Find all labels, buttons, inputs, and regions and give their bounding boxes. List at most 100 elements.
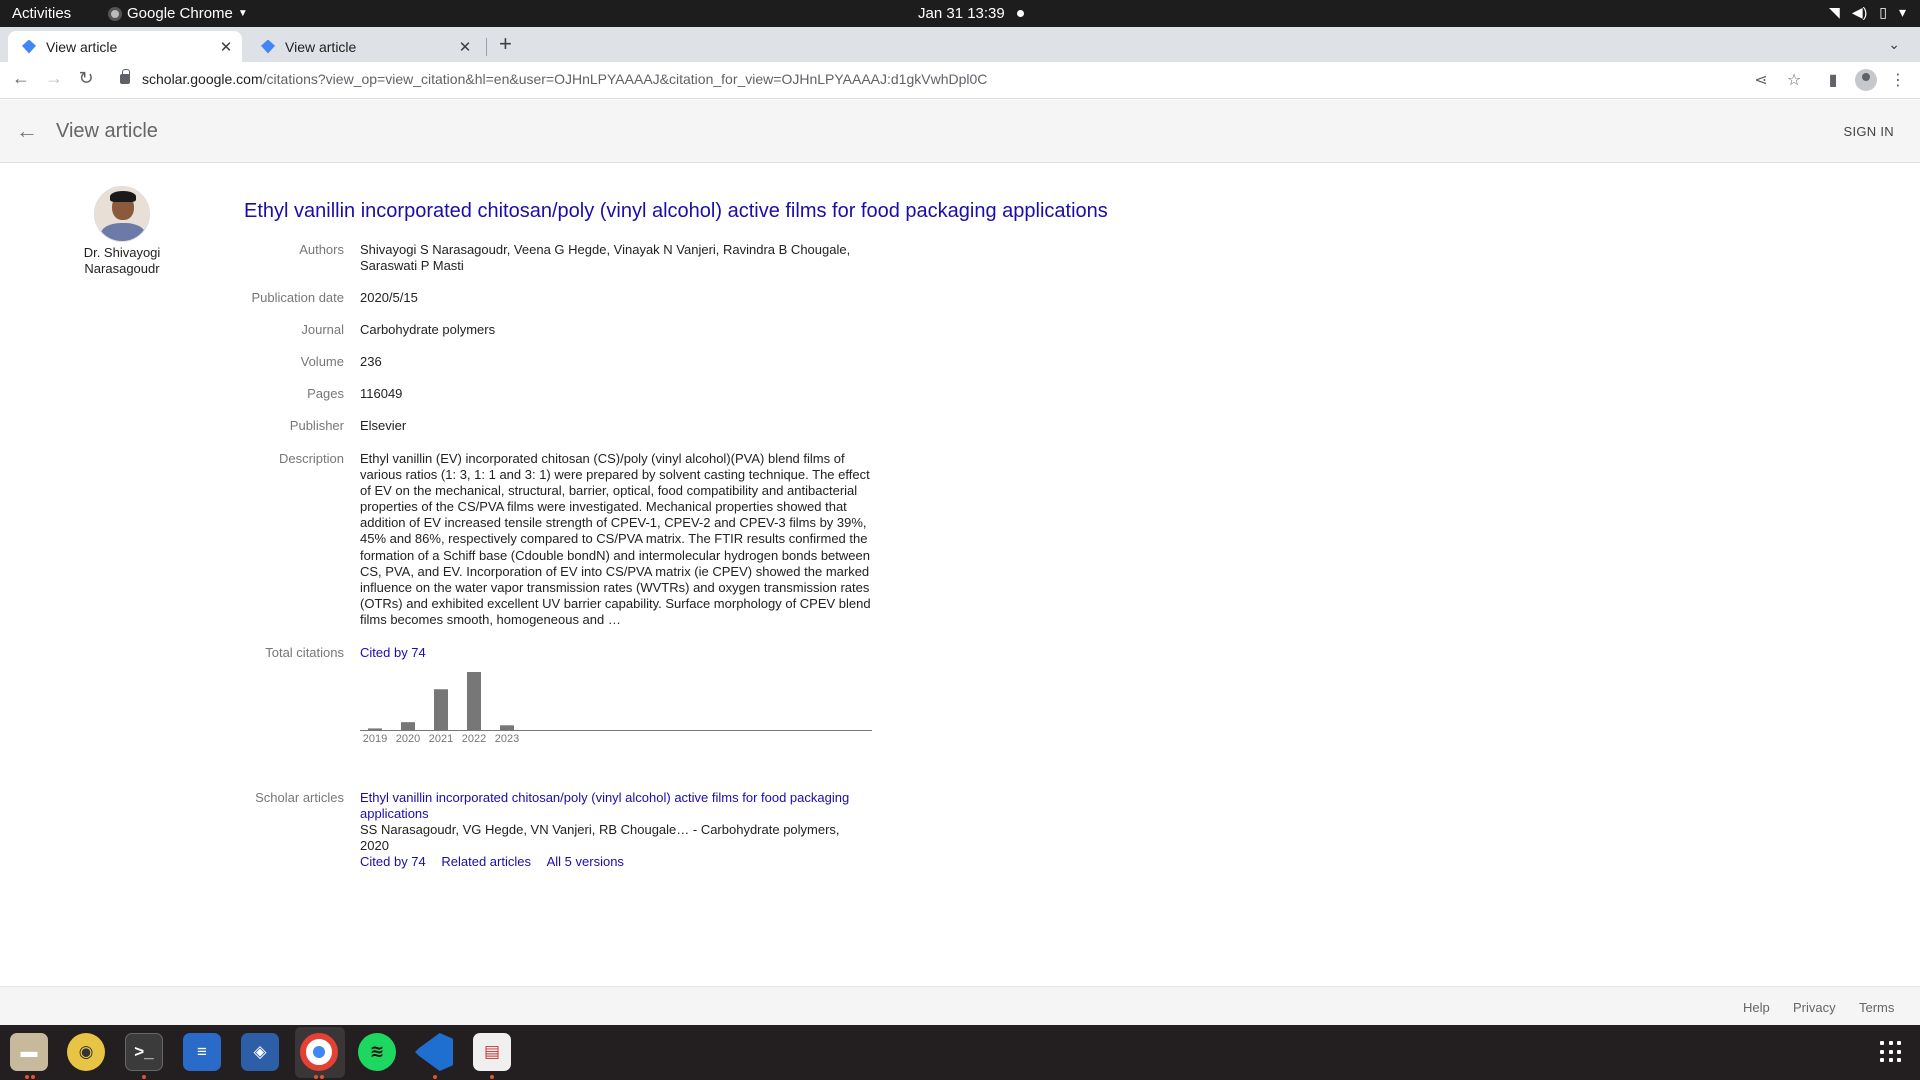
url-path: /citations?view_op=view_citation&hl=en&u… bbox=[262, 71, 988, 87]
scholar-favicon-icon bbox=[261, 39, 275, 54]
citation-bar-2023[interactable] bbox=[500, 725, 514, 730]
running-indicator bbox=[314, 1075, 318, 1079]
total-citations-label: Total citations bbox=[265, 645, 344, 660]
publication-date-value: 2020/5/15 bbox=[360, 290, 418, 305]
scholar-header: ← View article SIGN IN bbox=[0, 100, 1920, 163]
pages-value: 116049 bbox=[360, 386, 403, 401]
terms-link[interactable]: Terms bbox=[1859, 1000, 1894, 1015]
privacy-link[interactable]: Privacy bbox=[1793, 1000, 1836, 1015]
scholar-article-title-link[interactable]: Ethyl vanillin incorporated chitosan/pol… bbox=[360, 790, 860, 822]
running-indicator bbox=[142, 1075, 146, 1079]
running-indicator bbox=[433, 1075, 437, 1079]
volume-value: 236 bbox=[360, 354, 382, 369]
sign-in-button[interactable]: SIGN IN bbox=[1844, 124, 1895, 139]
more-menu-icon[interactable]: ⋮ bbox=[1887, 70, 1909, 90]
reload-icon[interactable]: ↻ bbox=[74, 68, 98, 89]
app-menu[interactable]: Google Chrome ▼ bbox=[108, 5, 248, 22]
caret-down-icon: ▼ bbox=[237, 8, 248, 19]
scholar-article-meta: SS Narasagoudr, VG Hegde, VN Vanjeri, RB… bbox=[360, 822, 840, 853]
authors-label: Authors bbox=[299, 242, 344, 257]
citations-chart: 2019 2020 2021 2022 2023 bbox=[360, 664, 872, 746]
publication-date-label: Publication date bbox=[251, 290, 344, 305]
year-tick-label: 2022 bbox=[462, 733, 486, 745]
help-link[interactable]: Help bbox=[1743, 1000, 1770, 1015]
clock[interactable]: Jan 31 13:39 bbox=[918, 5, 1005, 22]
lock-icon[interactable] bbox=[120, 69, 130, 84]
tab-title: View article bbox=[46, 38, 118, 55]
page-footer: Help Privacy Terms bbox=[0, 986, 1920, 1025]
chrome-icon bbox=[108, 6, 122, 21]
scholar-articles-label: Scholar articles bbox=[255, 790, 344, 805]
page-title: View article bbox=[56, 120, 158, 142]
scholar-article-links: Cited by 74 Related articles All 5 versi… bbox=[360, 854, 624, 870]
scholar-favicon-icon bbox=[22, 39, 36, 54]
browser-toolbar: ← → ↻ scholar.google.com/citations?view_… bbox=[0, 62, 1920, 99]
volume-icon: ◀) bbox=[1851, 4, 1868, 20]
chevron-down-icon: ▾ bbox=[1898, 4, 1906, 20]
battery-icon: ▯ bbox=[1879, 4, 1887, 20]
wifi-icon: ◥ bbox=[1829, 4, 1840, 20]
tab-title: View article bbox=[285, 38, 357, 55]
year-tick-label: 2019 bbox=[363, 733, 387, 745]
system-top-bar: Activities Google Chrome ▼ Jan 31 13:39 … bbox=[0, 0, 1920, 27]
citation-bar-2022[interactable] bbox=[467, 672, 481, 730]
all-versions-link[interactable]: All 5 versions bbox=[547, 854, 624, 869]
new-tab-button[interactable]: + bbox=[499, 31, 512, 57]
journal-value: Carbohydrate polymers bbox=[360, 322, 496, 337]
volume-label: Volume bbox=[300, 354, 344, 369]
article-title-link[interactable]: Ethyl vanillin incorporated chitosan/pol… bbox=[244, 200, 1108, 223]
pages-label: Pages bbox=[307, 386, 344, 401]
citation-bar-2019[interactable] bbox=[368, 728, 382, 730]
year-tick-label: 2021 bbox=[429, 733, 453, 745]
back-icon[interactable]: ← bbox=[9, 68, 33, 89]
virtualbox-icon[interactable]: ◈ bbox=[241, 1033, 279, 1071]
activities-button[interactable]: Activities bbox=[12, 5, 71, 22]
journal-label: Journal bbox=[301, 322, 344, 337]
document-viewer-icon[interactable]: ▤ bbox=[473, 1033, 511, 1071]
authors-value: Shivayogi S Narasagoudr, Veena G Hegde, … bbox=[360, 242, 851, 273]
side-panel-icon[interactable]: ▮ bbox=[1822, 70, 1844, 90]
system-tray[interactable]: ◥ ◀) ▯ ▾ bbox=[1829, 4, 1906, 21]
back-arrow-icon[interactable]: ← bbox=[16, 118, 38, 144]
chrome-icon[interactable] bbox=[300, 1033, 338, 1071]
spotify-icon[interactable]: ≋ bbox=[358, 1033, 396, 1071]
description-label: Description bbox=[278, 451, 344, 466]
running-indicator bbox=[25, 1075, 29, 1079]
forward-icon[interactable]: → bbox=[42, 68, 66, 89]
publisher-label: Publisher bbox=[289, 418, 344, 433]
url-host: scholar.google.com bbox=[142, 71, 263, 87]
tab-view-article-1[interactable]: View article ✕ bbox=[8, 31, 242, 62]
files-icon[interactable]: ▬ bbox=[10, 1033, 48, 1071]
running-indicator bbox=[31, 1075, 35, 1079]
profile-avatar-icon[interactable] bbox=[1855, 69, 1877, 91]
citations-chart-svg: 2019 2020 2021 2022 2023 bbox=[360, 672, 872, 745]
scholar-cited-by-link[interactable]: Cited by 74 bbox=[360, 854, 426, 869]
tab-separator bbox=[486, 38, 487, 56]
citation-bar-2020[interactable] bbox=[401, 722, 415, 730]
tab-strip: View article ✕ View article ✕ bbox=[0, 27, 1920, 62]
close-icon[interactable]: ✕ bbox=[216, 38, 236, 56]
publisher-value: Elsevier bbox=[360, 418, 407, 433]
text-editor-icon[interactable]: ≡ bbox=[183, 1033, 221, 1071]
profile-photo[interactable] bbox=[94, 186, 150, 242]
vscode-icon[interactable] bbox=[415, 1033, 453, 1071]
year-tick-label: 2023 bbox=[495, 733, 519, 745]
terminal-icon[interactable]: >_ bbox=[125, 1033, 163, 1071]
notification-dot-icon bbox=[1017, 10, 1024, 17]
running-indicator bbox=[320, 1075, 324, 1079]
profile-name[interactable]: Dr. Shivayogi Narasagoudr bbox=[62, 245, 182, 277]
year-tick-label: 2020 bbox=[396, 733, 420, 745]
cited-by-link[interactable]: Cited by 74 bbox=[360, 645, 426, 661]
taskbar-dock: ▬ ◉ >_ ≡ ◈ ≋ ▤ bbox=[0, 1025, 1920, 1080]
citation-bar-2021[interactable] bbox=[434, 689, 448, 730]
related-articles-link[interactable]: Related articles bbox=[441, 854, 531, 869]
close-icon[interactable]: ✕ bbox=[455, 38, 475, 56]
show-apps-icon[interactable] bbox=[1880, 1041, 1902, 1063]
tab-search-icon[interactable]: ⌄ bbox=[1888, 36, 1900, 53]
bookmark-star-icon[interactable]: ☆ bbox=[1783, 70, 1805, 90]
tab-view-article-2[interactable]: View article ✕ bbox=[247, 31, 481, 62]
running-indicator bbox=[490, 1075, 494, 1079]
rhythmbox-icon[interactable]: ◉ bbox=[67, 1033, 105, 1071]
share-icon[interactable]: ⋖ bbox=[1750, 70, 1772, 90]
address-bar[interactable]: scholar.google.com/citations?view_op=vie… bbox=[142, 71, 987, 87]
